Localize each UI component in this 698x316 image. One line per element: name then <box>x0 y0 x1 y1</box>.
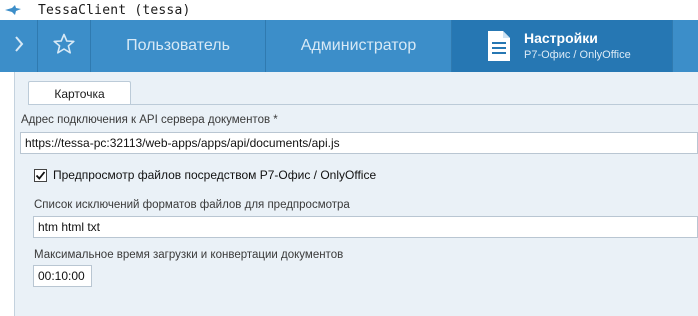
checkmark-icon <box>35 170 46 180</box>
tab-settings-active[interactable]: Настройки Р7-Офис / OnlyOffice <box>452 20 673 72</box>
app-logo-icon <box>0 0 26 20</box>
tab-administrator-label: Администратор <box>300 37 417 54</box>
preview-checkbox-row[interactable]: Предпросмотр файлов посредством Р7-Офис … <box>34 168 376 182</box>
expand-sidebar-button[interactable] <box>0 20 38 72</box>
document-icon <box>486 30 512 62</box>
active-tab-title: Настройки <box>524 29 598 46</box>
title-bar: TessaClient (tessa) <box>0 0 698 20</box>
max-time-label: Максимальное время загрузки и конвертаци… <box>34 249 344 261</box>
tab-administrator[interactable]: Администратор <box>266 20 452 72</box>
star-outline-icon <box>52 32 76 61</box>
card-content: Карточка <box>14 72 698 316</box>
nav-spacer <box>673 20 698 72</box>
chevron-right-icon <box>13 35 25 58</box>
card-tabstrip: Карточка <box>28 81 131 105</box>
preview-checkbox[interactable] <box>34 168 47 182</box>
tab-user-label: Пользователь <box>126 37 230 54</box>
exclusions-input[interactable] <box>33 216 698 238</box>
tab-card[interactable]: Карточка <box>28 81 131 105</box>
tab-user[interactable]: Пользователь <box>91 20 266 72</box>
api-address-label: Адрес подключения к API сервера документ… <box>21 114 278 126</box>
top-navigation: Пользователь Администратор Настройки Р7-… <box>0 20 698 72</box>
active-tab-subtitle: Р7-Офис / OnlyOffice <box>524 48 631 61</box>
tab-card-label: Карточка <box>54 86 105 101</box>
exclusions-label: Список исключений форматов файлов для пр… <box>34 199 350 211</box>
api-address-input[interactable] <box>20 132 698 154</box>
preview-checkbox-label: Предпросмотр файлов посредством Р7-Офис … <box>53 168 377 182</box>
max-time-input[interactable] <box>33 265 92 287</box>
window-title: TessaClient (tessa) <box>38 2 191 18</box>
favorites-button[interactable] <box>38 20 91 72</box>
